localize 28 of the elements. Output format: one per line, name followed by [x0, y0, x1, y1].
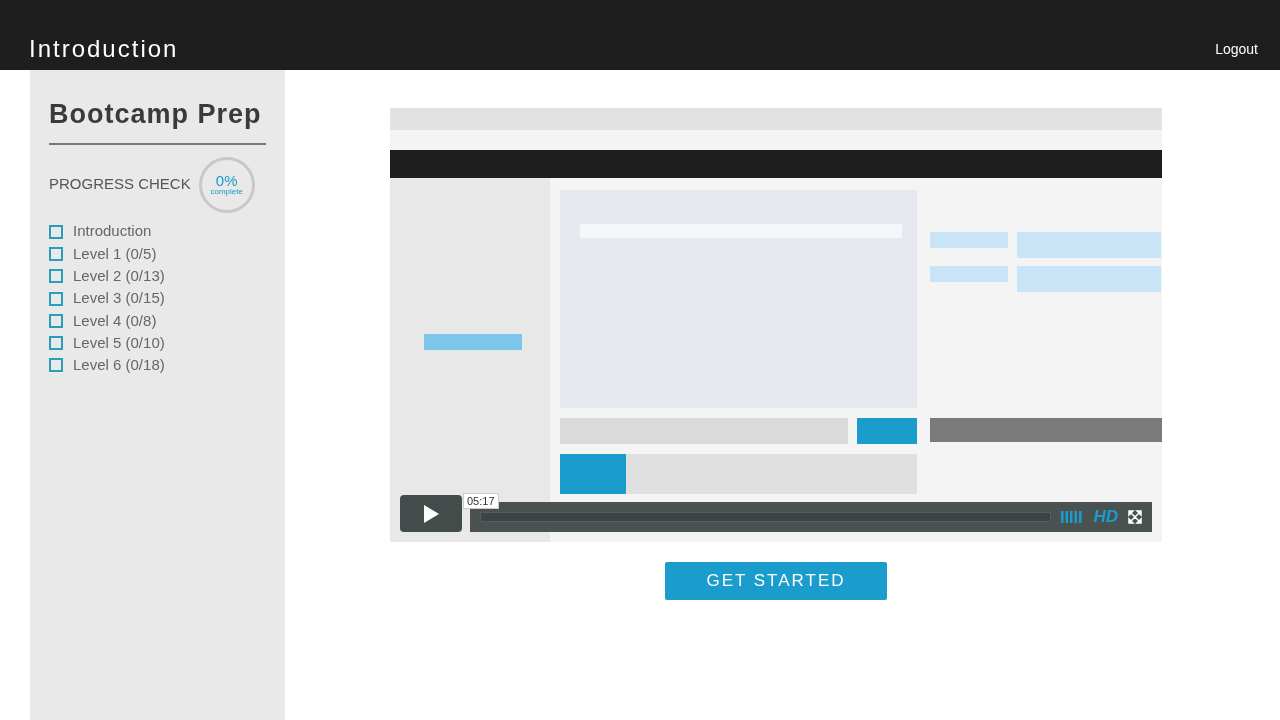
checkbox[interactable]	[49, 291, 63, 306]
fullscreen-icon[interactable]	[1128, 510, 1142, 524]
checkbox[interactable]	[49, 336, 63, 351]
play-button[interactable]	[400, 495, 462, 532]
lesson-label[interactable]: Level 5 (0/10)	[73, 331, 165, 355]
progress-label: PROGRESS CHECK	[49, 174, 191, 195]
lesson-label[interactable]: Level 3 (0/15)	[73, 287, 165, 310]
progress-track[interactable]	[480, 512, 1052, 522]
checkbox[interactable]	[49, 246, 63, 261]
quality-toggle[interactable]: HD	[1093, 504, 1118, 530]
play-icon	[422, 503, 440, 524]
sidebar-title: Bootcamp Prep	[49, 94, 266, 145]
volume-icon[interactable]	[1061, 511, 1084, 523]
logout-link[interactable]: Logout	[1215, 39, 1258, 60]
lesson-label[interactable]: Level 2 (0/13)	[73, 265, 165, 288]
page-title: Introduction	[29, 37, 179, 61]
checkbox[interactable]	[49, 358, 63, 373]
lesson-label[interactable]: Introduction	[73, 220, 152, 243]
progress-percent: 0%	[215, 173, 238, 188]
progress-caption: complete	[210, 188, 243, 196]
time-tooltip: 05:17	[463, 493, 499, 509]
checkbox[interactable]	[49, 224, 63, 239]
lesson-label[interactable]: Level 6 (0/18)	[73, 354, 165, 377]
checkbox[interactable]	[49, 313, 63, 328]
checkbox[interactable]	[49, 269, 63, 284]
get-started-button[interactable]: GET STARTED	[665, 562, 887, 600]
lesson-label[interactable]: Level 1 (0/5)	[73, 242, 157, 266]
lesson-label[interactable]: Level 4 (0/8)	[73, 309, 157, 333]
